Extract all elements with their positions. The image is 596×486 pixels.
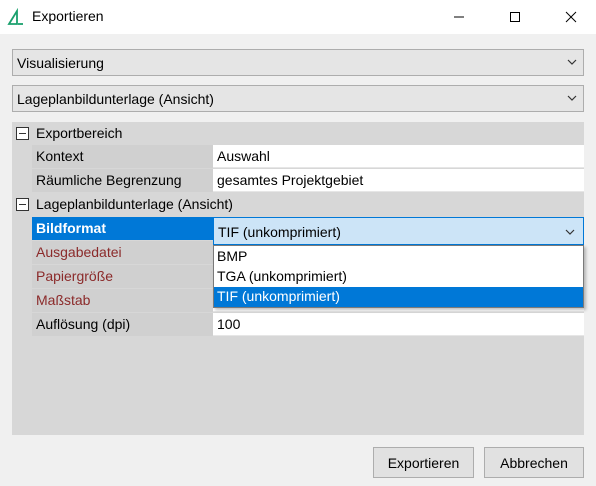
close-button[interactable] <box>548 0 594 34</box>
property-name: Ausgabedatei <box>32 241 213 264</box>
format-select[interactable]: TIF (unkomprimiert) <box>213 217 584 245</box>
close-icon <box>565 11 577 23</box>
category-row-layer: Lageplanbildunterlage (Ansicht) <box>12 193 584 216</box>
property-value[interactable]: Auswahl <box>213 145 584 168</box>
property-name: Maßstab <box>32 289 213 312</box>
chevron-down-icon <box>567 95 577 101</box>
format-dropdown-list: BMP TGA (unkomprimiert) TIF (unkomprimie… <box>213 245 584 308</box>
property-name: Auflösung (dpi) <box>32 313 213 336</box>
format-option-bmp[interactable]: BMP <box>214 247 583 267</box>
property-name: Papiergröße <box>32 265 213 288</box>
category-label: Exportbereich <box>36 125 123 141</box>
format-option-tga[interactable]: TGA (unkomprimiert) <box>214 267 583 287</box>
collapse-toggle-icon[interactable] <box>16 198 29 211</box>
visualization-combo-value: Visualisierung <box>17 55 104 71</box>
property-row-resolution[interactable]: Auflösung (dpi) 100 <box>12 313 584 336</box>
category-label: Lageplanbildunterlage (Ansicht) <box>36 196 233 212</box>
chevron-down-icon <box>567 59 577 65</box>
property-value[interactable]: 100 <box>213 313 584 336</box>
property-name: Kontext <box>32 145 213 168</box>
maximize-button[interactable] <box>492 0 538 34</box>
property-name: Bildformat <box>32 217 213 240</box>
layer-combo[interactable]: Lageplanbildunterlage (Ansicht) <box>12 85 584 112</box>
chevron-down-icon <box>565 229 575 235</box>
property-name: Räumliche Begrenzung <box>32 169 213 192</box>
cancel-button[interactable]: Abbrechen <box>484 447 584 478</box>
visualization-combo[interactable]: Visualisierung <box>12 49 584 76</box>
minimize-button[interactable] <box>436 0 482 34</box>
property-value[interactable]: gesamtes Projektgebiet <box>213 169 584 192</box>
property-row-context[interactable]: Kontext Auswahl <box>12 145 584 168</box>
layer-combo-value: Lageplanbildunterlage (Ansicht) <box>17 91 214 107</box>
window-title: Exportieren <box>32 8 104 24</box>
maximize-icon <box>510 12 520 22</box>
format-select-value: TIF (unkomprimiert) <box>218 224 341 240</box>
format-option-tif[interactable]: TIF (unkomprimiert) <box>214 287 583 307</box>
title-bar: Exportieren <box>0 0 596 34</box>
export-button[interactable]: Exportieren <box>373 447 474 478</box>
app-logo-icon <box>7 8 23 25</box>
property-row-spatial[interactable]: Räumliche Begrenzung gesamtes Projektgeb… <box>12 169 584 192</box>
minimize-icon <box>454 16 464 18</box>
collapse-toggle-icon[interactable] <box>16 127 29 140</box>
category-row-export: Exportbereich <box>12 122 584 145</box>
